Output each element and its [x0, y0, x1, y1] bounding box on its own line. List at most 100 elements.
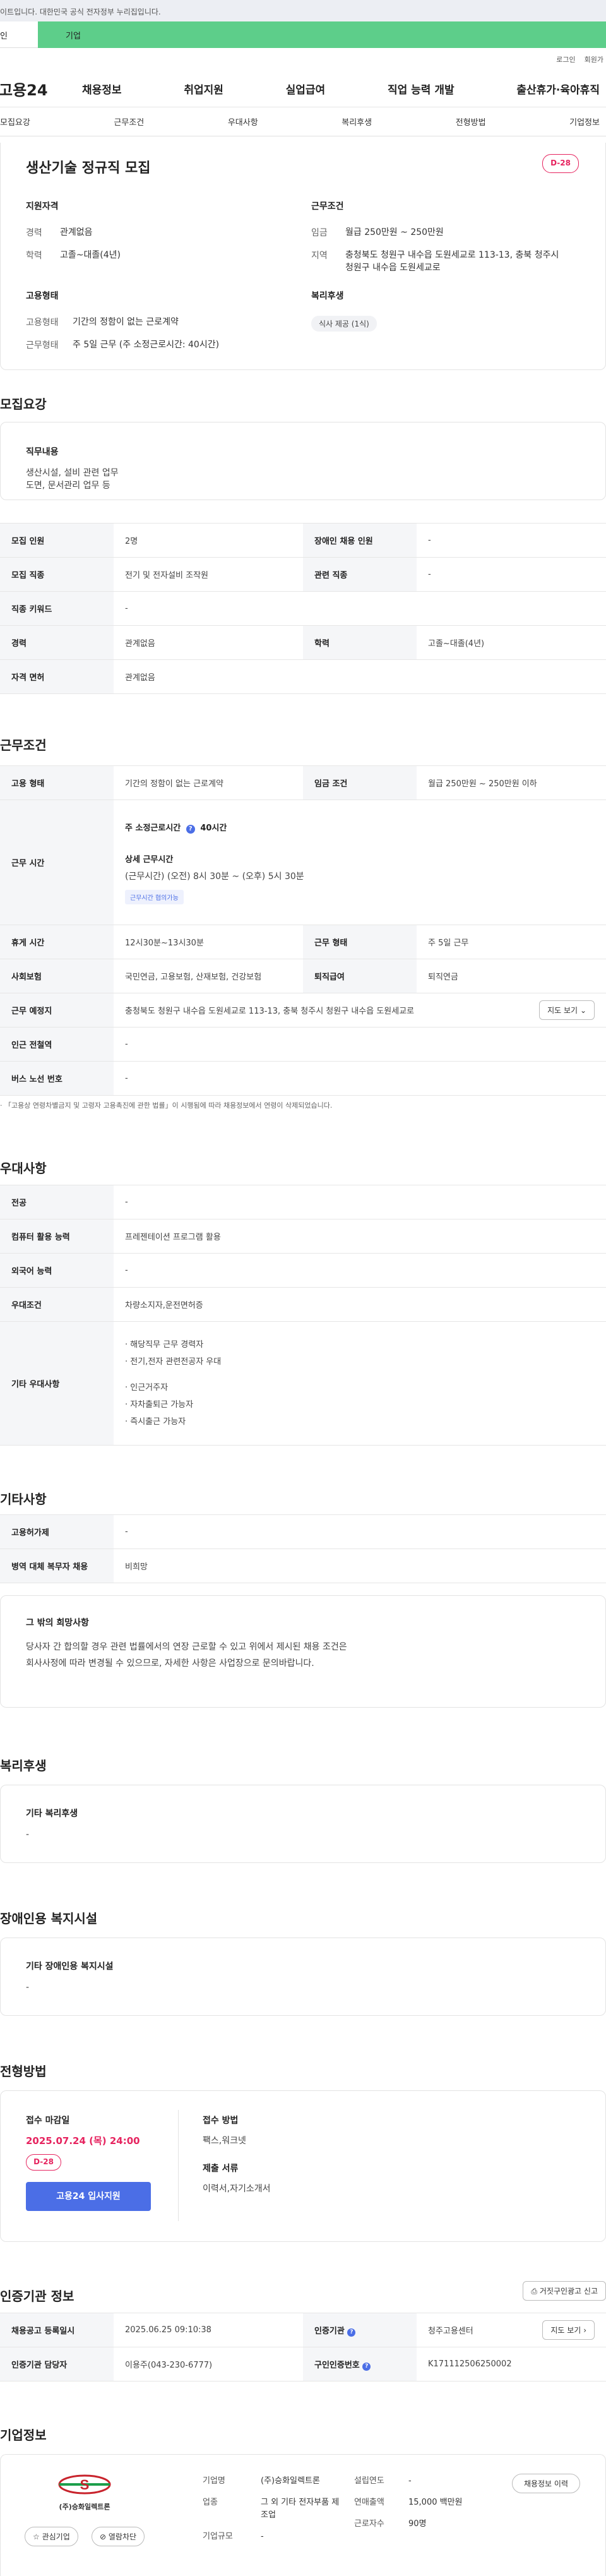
company-logo: S (주)승화일렉트론: [25, 2470, 145, 2515]
selection-section-title: 전형방법: [0, 2064, 47, 2079]
recruit-section-title: 모집요강: [0, 397, 47, 412]
signup-link[interactable]: 회원가: [585, 54, 603, 64]
company-logo-mark: S: [58, 2474, 111, 2495]
info-icon[interactable]: ?: [347, 2328, 356, 2337]
table-header: 학력: [303, 625, 417, 660]
disabled-box-title: 기타 장애인용 복지시설: [26, 1962, 114, 1972]
anchor-selection[interactable]: 전형방법: [456, 116, 486, 128]
org-value: 청주고용센터: [428, 2327, 473, 2336]
wage-value: 월급 250만원 ~ 250만원: [345, 227, 444, 237]
favorite-company-button[interactable]: ☆ 관심기업: [25, 2527, 78, 2546]
deadline-title: 접수 마감일: [26, 2116, 70, 2126]
list-item: · 즉시출근 가능자: [125, 1417, 186, 1427]
table-cell: 프레젠테이션 프로그램 활용: [114, 1219, 606, 1254]
agency-map-button[interactable]: 지도 보기 ›: [542, 2320, 595, 2340]
svg-text:S: S: [80, 2477, 90, 2493]
table-header: 사회보험: [0, 959, 114, 993]
anchor-preference[interactable]: 우대사항: [228, 116, 258, 128]
edu-label: 학력: [26, 251, 42, 261]
anchor-conditions[interactable]: 근무조건: [114, 116, 144, 128]
table-cell: -: [114, 1514, 606, 1549]
false-ad-report-button[interactable]: ⎙ 거짓구인광고 신고: [523, 2281, 606, 2301]
table-header: 장애인 채용 인원: [303, 523, 417, 558]
anchor-recruit[interactable]: 모집요강: [0, 116, 30, 128]
worktype-value: 주 5일 근무 (주 소정근로시간: 40시간): [73, 340, 220, 350]
org-label: 인증기관: [314, 2326, 345, 2336]
wage-label: 임금: [311, 228, 328, 238]
disabled-box: 기타 장애인용 복지시설 -: [0, 1938, 606, 2016]
work-place-value: 충청북도 청원구 내수읍 도원세교로 113-13, 충북 청주시 청원구 내수…: [125, 1007, 415, 1016]
table-row: 기타 우대사항 · 해당직무 근무 경력자 · 전기,전자 관련전공자 우대 ·…: [0, 1321, 606, 1446]
table-header: 직종 키워드: [0, 591, 114, 626]
map-button[interactable]: 지도 보기 ⌄: [539, 1000, 595, 1020]
selection-dday-badge: D-28: [26, 2154, 61, 2171]
main-menu: 채용정보 취업지원 실업급여 직업 능력 개발 출산휴가·육아휴직: [82, 81, 600, 97]
utility-links: 로그인 회원가: [0, 48, 606, 71]
info-icon[interactable]: ?: [186, 824, 195, 834]
table-row: 고용허가제 -: [0, 1514, 606, 1549]
company-name-label: 기업명: [203, 2476, 225, 2486]
duty-title: 직무내용: [26, 447, 59, 457]
star-icon: ☆: [33, 2532, 40, 2541]
industry-label: 업종: [203, 2498, 218, 2507]
docs-value: 이력서,자기소개서: [203, 2184, 271, 2194]
block-view-button[interactable]: ⊘ 열람차단: [92, 2527, 145, 2546]
cert-num-label: 구인인증번호: [314, 2360, 360, 2370]
table-cell: -: [114, 1253, 606, 1288]
table-header: 기타 우대사항: [0, 1321, 114, 1446]
menu-employment-support[interactable]: 취업지원: [184, 81, 223, 97]
anchor-company[interactable]: 기업정보: [569, 116, 600, 128]
table-row: 모집 인원 2명 장애인 채용 인원 -: [0, 523, 606, 558]
company-info-right: 설립연도 - 연매출액 15,000 백만원 근로자수 90명: [354, 2475, 463, 2531]
job-history-button[interactable]: 채용정보 이력: [511, 2474, 580, 2493]
menu-unemployment-benefit[interactable]: 실업급여: [286, 81, 326, 97]
welfare-box-title: 기타 복리후생: [26, 1809, 78, 1819]
edu-value: 고졸~대졸(4년): [60, 250, 121, 260]
info-icon[interactable]: ?: [362, 2362, 371, 2371]
anchor-welfare[interactable]: 복리후생: [342, 116, 372, 128]
table-cell: -: [114, 1185, 606, 1219]
work-conditions-block: 근무조건 임금 월급 250만원 ~ 250만원 지역 충청북도 청원구 내수읍 도…: [311, 200, 583, 284]
disabled-section-title: 장애인용 복지시설: [0, 1911, 98, 1926]
menu-parental-leave[interactable]: 출산휴가·육아휴직: [516, 81, 600, 97]
table-row: 병역 대체 복무자 채용 비희망: [0, 1549, 606, 1583]
company-logo-text: (주)승화일렉트론: [59, 2503, 110, 2511]
job-summary-card: 생산기술 정규직 모집 D-28 지원자격 경력 관계없음 학력 고졸~대졸(4년)…: [0, 143, 606, 370]
table-cell: 비희망: [114, 1549, 606, 1583]
other-section-title: 기타사항: [0, 1492, 47, 1507]
table-cell: 이용주(043-230-6777): [114, 2347, 303, 2381]
weekly-hours: 주 소정근로시간 ? 40시간: [125, 821, 595, 834]
other-table: 고용허가제 - 병역 대체 복무자 채용 비희망: [0, 1514, 606, 1583]
table-cell: 관계없음: [114, 659, 606, 694]
deadline-value: 2025.07.24 (목) 24:00: [26, 2135, 140, 2147]
agency-map-button-label: 지도 보기: [550, 2326, 581, 2335]
method-value: 팩스,워크넷: [203, 2136, 246, 2146]
age-law-note: · 「고용상 연령차별금지 및 고령자 고용촉진에 관한 법률」이 시행됨에 따…: [0, 1101, 333, 1110]
table-cell: -: [417, 557, 606, 592]
table-header: 근무 예정지: [0, 993, 114, 1027]
table-header: 근무 형태: [303, 925, 417, 959]
login-link[interactable]: 로그인: [556, 54, 575, 64]
table-header: 컴퓨터 활용 능력: [0, 1219, 114, 1254]
apply-button[interactable]: 고용24 입사지원: [26, 2182, 151, 2211]
dday-badge: D-28: [542, 154, 579, 173]
menu-vocational-training[interactable]: 직업 능력 개발: [388, 81, 454, 97]
table-cell: 고졸~대졸(4년): [417, 625, 606, 660]
agency-section-title: 인증기관 정보: [0, 2289, 74, 2304]
employment-type-block: 고용형태 고용형태 기간의 정함이 없는 근로계약 근무형태 주 5일 근무 (주 …: [26, 289, 291, 361]
table-cell: · 해당직무 근무 경력자 · 전기,전자 관련전공자 우대 · 인근거주자 ·…: [114, 1321, 606, 1446]
sales-value: 15,000 백만원: [408, 2498, 463, 2507]
founded-label: 설립연도: [354, 2476, 384, 2486]
global-nav: 고용24 채용정보 취업지원 실업급여 직업 능력 개발 출산휴가·육아휴직: [0, 71, 606, 107]
chevron-right-icon: ›: [583, 2326, 586, 2335]
menu-jobs[interactable]: 채용정보: [82, 81, 122, 97]
tab-personal[interactable]: 인: [0, 21, 38, 48]
table-row: 모집 직종 전기 및 전자설비 조작원 관련 직종 -: [0, 557, 606, 592]
qualification-block: 지원자격 경력 관계없음 학력 고졸~대졸(4년): [26, 200, 291, 272]
detail-hours-text: (근무시간) (오전) 8시 30분 ~ (오후) 5시 30분: [125, 871, 304, 882]
company-name-value: (주)승화일렉트론: [261, 2476, 320, 2486]
table-cell: 퇴직연금: [417, 959, 606, 993]
site-logo[interactable]: 고용24: [0, 78, 48, 100]
tab-company[interactable]: 기업: [38, 21, 606, 48]
duty-text: 생산시설, 설비 관련 업무 도면, 문서관리 업무 등: [26, 468, 119, 491]
